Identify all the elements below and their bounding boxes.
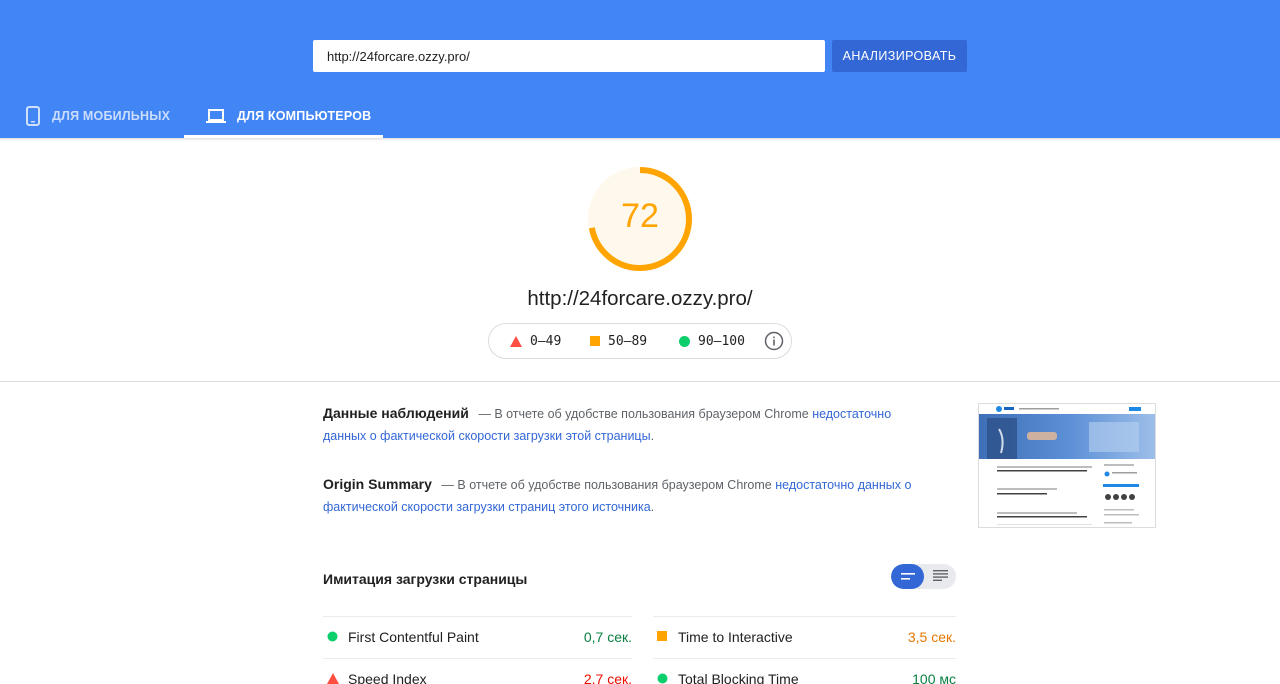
triangle-icon (510, 335, 522, 347)
metric-name: Speed Index (348, 671, 427, 684)
square-icon (590, 336, 600, 346)
field-data-end: . (650, 429, 655, 443)
thumbnail-image (979, 404, 1155, 527)
field-data-title: Данные наблюдений (323, 405, 469, 421)
metric-value: 0,7 сек. (583, 629, 632, 645)
origin-summary-section: Origin Summary — В отчете об удобстве по… (323, 473, 913, 518)
metric-value: 100 мс (912, 671, 956, 684)
legend-average: 50–89 (590, 334, 647, 349)
smartphone-icon (25, 106, 41, 126)
tab-desktop[interactable]: ДЛЯ КОМПЬЮТЕРОВ (184, 94, 383, 138)
field-data-text: — В отчете об удобстве пользования брауз… (478, 407, 809, 421)
pass-circle-icon (327, 631, 338, 642)
legend-pass-label: 90–100 (698, 333, 745, 349)
field-data-section: Данные наблюдений — В отчете об удобстве… (323, 402, 913, 447)
metric-first-contentful-paint: First Contentful Paint 0,7 сек. (323, 616, 632, 658)
toggle-compact-view[interactable] (891, 564, 924, 589)
info-icon[interactable] (764, 331, 784, 351)
score-legend: 0–49 50–89 90–100 (488, 323, 792, 359)
metric-speed-index: Speed Index 2,7 сек. (323, 658, 632, 684)
header-shadow (0, 138, 1280, 141)
header-bar: АНАЛИЗИРОВАТЬ ДЛЯ МОБИЛЬНЫХ ДЛЯ КОМПЬЮТЕ… (0, 0, 1280, 138)
origin-summary-text: — В отчете об удобстве пользования брауз… (441, 478, 772, 492)
performance-score-value: 72 (621, 197, 659, 235)
expanded-view-icon (932, 568, 948, 586)
average-square-icon (657, 631, 667, 641)
pass-circle-icon (657, 673, 668, 684)
analyzed-url: http://24forcare.ozzy.pro/ (527, 287, 753, 310)
metric-value: 2,7 сек. (583, 671, 632, 684)
section-divider (0, 381, 1280, 382)
legend-fail-label: 0–49 (530, 333, 562, 349)
compact-view-icon (900, 568, 915, 586)
metric-time-to-interactive: Time to Interactive 3,5 сек. (653, 616, 956, 658)
page-screenshot-thumbnail (978, 403, 1156, 528)
fail-triangle-icon (327, 673, 339, 684)
origin-summary-end: . (650, 500, 655, 514)
lab-data-title: Имитация загрузки страницы (323, 571, 528, 587)
metric-name: Total Blocking Time (678, 671, 799, 684)
view-toggle[interactable] (891, 564, 956, 589)
analyze-button[interactable]: АНАЛИЗИРОВАТЬ (832, 40, 967, 72)
metric-total-blocking-time: Total Blocking Time 100 мс (653, 658, 956, 684)
legend-average-label: 50–89 (608, 333, 648, 349)
toggle-expanded-view[interactable] (924, 564, 956, 589)
origin-summary-title: Origin Summary (323, 476, 432, 492)
metric-value: 3,5 сек. (907, 629, 956, 645)
tab-mobile-label: ДЛЯ МОБИЛЬНЫХ (52, 109, 171, 123)
tab-desktop-label: ДЛЯ КОМПЬЮТЕРОВ (237, 109, 372, 123)
legend-fail: 0–49 (510, 334, 561, 349)
legend-pass: 90–100 (679, 334, 745, 349)
laptop-icon (206, 108, 226, 124)
metric-name: Time to Interactive (678, 629, 793, 645)
url-input[interactable] (313, 40, 825, 72)
tab-mobile[interactable]: ДЛЯ МОБИЛЬНЫХ (0, 94, 184, 138)
metric-name: First Contentful Paint (348, 629, 479, 645)
circle-icon (679, 335, 690, 347)
